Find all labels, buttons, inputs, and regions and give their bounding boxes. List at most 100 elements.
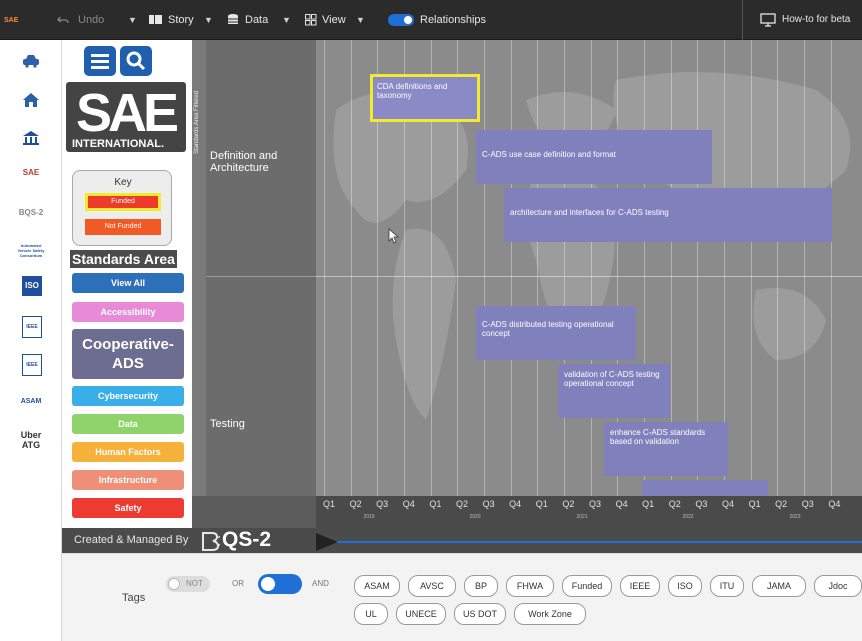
task-bar-enhance-standards[interactable]: enhance C-ADS standards based on validat… [604,422,728,476]
tag-chip[interactable]: IEEE [620,575,660,597]
cooperative-ads-button[interactable]: Cooperative-ADS [72,329,184,379]
library-icon-bar: SAE BQS-2 Automated Vehicle Safety Conso… [0,40,62,641]
tag-label: UNECE [405,609,437,619]
ieee-library-label-2: IEEE [26,362,38,368]
cybersecurity-button[interactable]: Cybersecurity [72,386,184,406]
quarter-tick: Q3 [376,499,389,509]
sae-library-logo[interactable]: SAE [14,162,48,184]
tag-chip[interactable]: UL [354,603,388,625]
task-bar-distributed-testing[interactable]: C-ADS distributed testing operational co… [476,306,636,360]
bqs2-library-logo[interactable]: BQS-2 [14,202,48,224]
quarter-tick: Q4 [509,499,522,509]
data-button[interactable]: Data [72,414,184,434]
story-icon[interactable] [149,14,163,26]
chevron-down-icon[interactable]: ▼ [356,14,365,26]
left-control-panel: SAE INTERNATIONAL. Key Funded Not Funded… [62,40,192,553]
view-all-button[interactable]: View All [72,273,184,293]
grid-line [537,40,538,496]
home-icon[interactable] [22,92,40,108]
app-window: SAE Undo ▼ Story ▼ Data ▼ View ▼ Relatio… [0,0,862,641]
key-funded: Funded [85,193,161,211]
task-bar-architecture-interfaces[interactable]: architecture and interfaces for C-ADS te… [504,188,832,242]
car-icon[interactable] [22,54,40,68]
timeline-handle-icon[interactable] [316,533,338,551]
asam-library-logo[interactable]: ASAM [14,390,48,414]
chevron-down-icon[interactable]: ▼ [128,14,137,26]
row-divider [316,276,862,277]
hamburger-icon [91,54,109,69]
tag-chip[interactable]: UNECE [396,603,446,625]
undo-button[interactable]: Undo [78,12,104,28]
chevron-down-icon[interactable]: ▼ [282,14,291,26]
tag-chip[interactable]: Funded [562,575,612,597]
row-divider [206,276,316,277]
filter-label: Standards Area Filtered [194,90,200,154]
year-label: 2022 [682,514,694,520]
task-bar-validation[interactable]: validation of C-ADS testing operational … [558,364,670,418]
view-grid-icon[interactable] [305,14,317,26]
tag-chip[interactable]: ISO [668,575,702,597]
tag-label: Jdoc [828,581,848,591]
tag-chip[interactable]: US DOT [454,603,506,625]
relationships-toggle[interactable] [388,14,414,26]
quarter-tick: Q1 [429,499,442,509]
infrastructure-button[interactable]: Infrastructure [72,470,184,490]
task-bar-partial[interactable] [642,480,768,496]
avsc-library-logo[interactable]: Automated Vehicle Safety Consortium [14,236,48,264]
tag-label: JAMA [766,581,791,591]
database-icon[interactable] [228,13,238,27]
undo-icon[interactable] [56,13,70,27]
tag-chip[interactable]: JAMA [752,575,806,597]
and-label: AND [312,579,329,588]
grid-line [591,40,592,496]
key-not-funded: Not Funded [85,219,161,235]
data-menu[interactable]: Data [245,12,268,28]
grid-line [511,40,512,496]
accessibility-label: Accessibility [100,307,156,317]
how-to-button[interactable]: How-to for beta [782,12,850,28]
presentation-icon[interactable] [760,13,776,27]
search-button[interactable] [120,46,152,76]
not-toggle[interactable]: NOT [166,576,210,592]
menu-button[interactable] [84,46,116,76]
accessibility-button[interactable]: Accessibility [72,302,184,322]
safety-label: Safety [114,503,142,513]
view-all-label: View All [110,278,145,288]
tag-chip[interactable]: FHWA [506,575,554,597]
human-factors-button[interactable]: Human Factors [72,442,184,462]
tag-label: AVSC [420,581,444,591]
tag-chip[interactable]: Jdoc [814,575,862,597]
task-bar-use-case-definition[interactable]: C-ADS use case definition and format [476,130,712,184]
iso-library-logo[interactable]: ISO [22,276,42,296]
quarter-tick: Q2 [455,499,468,509]
cursor-icon [388,228,400,244]
story-menu[interactable]: Story [168,12,194,28]
tag-label: Work Zone [528,609,572,619]
tag-label: ASAM [364,581,390,591]
uber-atg-library-logo[interactable]: Uber ATG [14,428,48,452]
quarter-tick: Q3 [588,499,601,509]
tag-chip[interactable]: ITU [710,575,744,597]
tag-chip[interactable]: AVSC [408,575,456,597]
grid-line [751,40,752,496]
sae-logo-block: SAE INTERNATIONAL. [66,82,186,152]
sae-logo-subtext: INTERNATIONAL. [72,138,165,150]
relationships-label: Relationships [420,14,487,26]
ieee-library-logo-2[interactable]: IEEE [22,354,42,376]
task-bar-cda-definitions[interactable]: CDA definitions and taxonomy [370,74,480,122]
or-and-toggle[interactable] [258,574,302,594]
ieee-library-logo[interactable]: IEEE [22,316,42,338]
chevron-down-icon[interactable]: ▼ [204,14,213,26]
safety-button[interactable]: Safety [72,498,184,518]
timeline-scroll-track[interactable] [316,541,862,543]
tag-chip[interactable]: BP [464,575,498,597]
quarter-tick: Q4 [828,499,841,509]
filter-rail: Standards Area Filtered [192,40,206,496]
task-label: enhance C-ADS standards based on validat… [610,428,706,446]
sae-logo-text: SAE [76,83,179,143]
institution-icon[interactable] [22,130,40,146]
view-menu[interactable]: View [322,12,346,28]
tag-chip[interactable]: Work Zone [514,603,586,625]
task-label: architecture and interfaces for C-ADS te… [510,208,669,217]
tag-chip[interactable]: ASAM [354,575,400,597]
